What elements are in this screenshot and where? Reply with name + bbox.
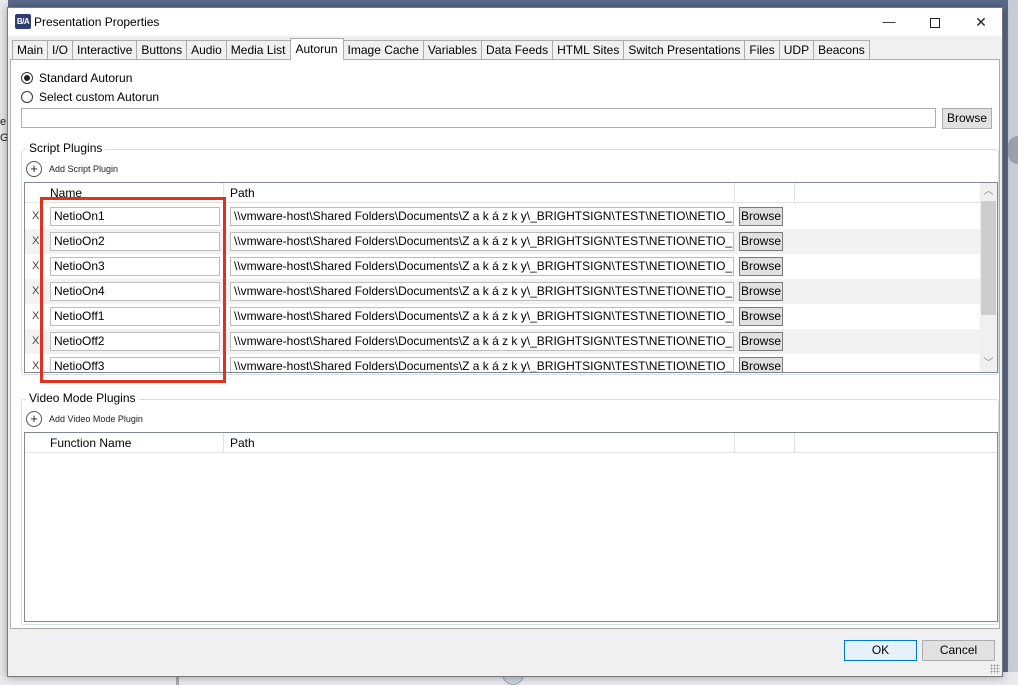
vertical-scrollbar[interactable]: ︿ ﹀ xyxy=(980,183,997,372)
tab-data-feeds[interactable]: Data Feeds xyxy=(481,40,553,60)
remove-plugin-button[interactable]: X xyxy=(32,260,39,272)
path-column-header[interactable]: Path xyxy=(224,433,735,453)
browse-column-header xyxy=(735,433,795,453)
add-video-mode-plugin-label: Add Video Mode Plugin xyxy=(49,414,143,424)
resize-grip-icon[interactable] xyxy=(990,664,1000,674)
autorun-tab-panel: Standard Autorun Select custom Autorun B… xyxy=(10,59,1000,629)
plugin-path-field[interactable]: \\vmware-host\Shared Folders\Documents\Z… xyxy=(230,257,734,276)
video-mode-plugins-title: Video Mode Plugins xyxy=(26,391,139,405)
close-button[interactable]: ✕ xyxy=(958,8,1004,36)
plugin-browse-button[interactable]: Browse xyxy=(739,257,783,276)
custom-autorun-label: Select custom Autorun xyxy=(39,90,160,104)
standard-autorun-label: Standard Autorun xyxy=(39,71,133,85)
dialog-footer: OK Cancel xyxy=(8,630,1002,676)
browse-column-header xyxy=(735,183,795,203)
video-mode-plugins-group: Video Mode Plugins + Add Video Mode Plug… xyxy=(21,391,999,625)
remove-plugin-button[interactable]: X xyxy=(32,210,39,222)
plugin-path-field[interactable]: \\vmware-host\Shared Folders\Documents\Z… xyxy=(230,357,734,372)
tab-switch-presentations[interactable]: Switch Presentations xyxy=(623,40,745,60)
remove-plugin-button[interactable]: X xyxy=(32,235,39,247)
app-logo-icon: B/A xyxy=(15,14,31,29)
tab-interactive[interactable]: Interactive xyxy=(72,40,137,60)
standard-autorun-radio[interactable] xyxy=(21,72,33,84)
plugin-path-field[interactable]: \\vmware-host\Shared Folders\Documents\Z… xyxy=(230,232,734,251)
table-header: Function Name Path xyxy=(25,433,997,453)
scroll-down-icon[interactable]: ﹀ xyxy=(980,355,997,372)
plugin-path-field[interactable]: \\vmware-host\Shared Folders\Documents\Z… xyxy=(230,332,734,351)
tab-buttons[interactable]: Buttons xyxy=(136,40,187,60)
remove-plugin-button[interactable]: X xyxy=(32,285,39,297)
path-column-header[interactable]: Path xyxy=(224,183,735,203)
plugin-path-field[interactable]: \\vmware-host\Shared Folders\Documents\Z… xyxy=(230,282,734,301)
tab-files[interactable]: Files xyxy=(744,40,779,60)
tab-strip: Main I/O Interactive Buttons Audio Media List… xyxy=(12,38,870,60)
plugin-browse-button[interactable]: Browse xyxy=(739,307,783,326)
minimize-button[interactable]: — xyxy=(866,8,912,36)
function-name-column-header[interactable]: Function Name xyxy=(44,433,224,453)
cancel-button[interactable]: Cancel xyxy=(922,640,995,661)
tab-media-list[interactable]: Media List xyxy=(225,40,290,60)
tab-udp[interactable]: UDP xyxy=(778,40,814,60)
scroll-thumb[interactable] xyxy=(981,201,996,315)
remove-plugin-button[interactable]: X xyxy=(32,360,39,372)
plugin-browse-button[interactable]: Browse xyxy=(739,207,783,226)
name-column-highlight-box xyxy=(40,197,226,383)
plugin-browse-button[interactable]: Browse xyxy=(739,332,783,351)
add-script-plugin-control[interactable]: + Add Script Plugin xyxy=(26,161,118,177)
custom-autorun-path-input[interactable] xyxy=(21,108,936,128)
maximize-button[interactable] xyxy=(912,8,958,36)
add-script-plugin-label: Add Script Plugin xyxy=(49,164,119,174)
background-text: e xyxy=(0,116,7,128)
tab-image-cache[interactable]: Image Cache xyxy=(343,40,423,60)
background-scroll-handle xyxy=(1008,136,1018,164)
plugin-browse-button[interactable]: Browse xyxy=(739,282,783,301)
standard-autorun-option[interactable]: Standard Autorun xyxy=(21,71,132,85)
add-icon[interactable]: + xyxy=(26,411,42,427)
plugin-browse-button[interactable]: Browse xyxy=(739,357,783,372)
tab-beacons[interactable]: Beacons xyxy=(813,40,870,60)
presentation-properties-dialog: B/A Presentation Properties — ✕ Main I/O I… xyxy=(7,7,1003,677)
tab-autorun[interactable]: Autorun xyxy=(289,38,344,60)
maximize-icon xyxy=(930,17,940,28)
tab-audio[interactable]: Audio xyxy=(186,40,226,60)
tab-html-sites[interactable]: HTML Sites xyxy=(552,40,624,60)
autorun-browse-button[interactable]: Browse xyxy=(942,108,992,129)
window-title: Presentation Properties xyxy=(34,15,160,29)
scroll-up-icon[interactable]: ︿ xyxy=(980,183,997,200)
plugin-path-field[interactable]: \\vmware-host\Shared Folders\Documents\Z… xyxy=(230,307,734,326)
add-icon[interactable]: + xyxy=(26,161,42,177)
tab-i-o[interactable]: I/O xyxy=(47,40,73,60)
plugin-path-field[interactable]: \\vmware-host\Shared Folders\Documents\Z… xyxy=(230,207,734,226)
ok-button[interactable]: OK xyxy=(844,640,917,661)
remove-plugin-button[interactable]: X xyxy=(32,310,39,322)
plugin-browse-button[interactable]: Browse xyxy=(739,232,783,251)
add-video-mode-plugin-control[interactable]: + Add Video Mode Plugin xyxy=(26,411,143,427)
custom-autorun-radio[interactable] xyxy=(21,91,33,103)
remove-plugin-button[interactable]: X xyxy=(32,335,39,347)
video-mode-plugins-table: Function Name Path xyxy=(24,432,998,622)
tab-variables[interactable]: Variables xyxy=(422,40,482,60)
background-panel xyxy=(1008,0,1018,685)
title-bar[interactable]: B/A Presentation Properties — ✕ xyxy=(8,8,1002,36)
custom-autorun-option[interactable]: Select custom Autorun xyxy=(21,90,159,104)
script-plugins-title: Script Plugins xyxy=(26,141,106,155)
tab-main[interactable]: Main xyxy=(12,40,48,60)
